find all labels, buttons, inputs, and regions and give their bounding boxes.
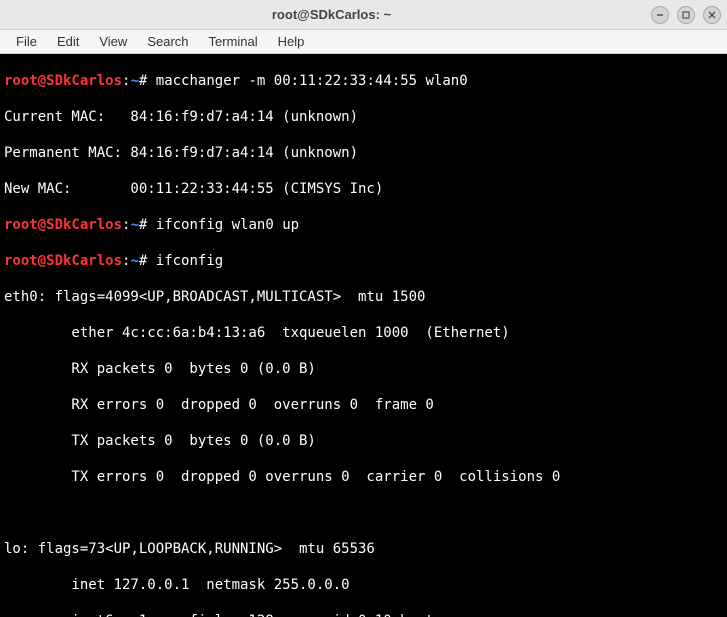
- prompt-path: ~: [130, 73, 138, 89]
- titlebar: root@SDkCarlos: ~: [0, 0, 727, 30]
- menubar: File Edit View Search Terminal Help: [0, 30, 727, 54]
- out-mac-new: New MAC: 00:11:22:33:44:55 (CIMSYS Inc): [4, 180, 723, 198]
- lo-l3: inet6 ::1 prefixlen 128 scopeid 0x10<hos…: [4, 612, 723, 617]
- eth0-l1: eth0: flags=4099<UP,BROADCAST,MULTICAST>…: [4, 288, 723, 306]
- window-buttons: [651, 6, 721, 24]
- cmd-ifconfig-up: ifconfig wlan0 up: [156, 217, 299, 233]
- menu-edit[interactable]: Edit: [47, 32, 89, 51]
- menu-search[interactable]: Search: [137, 32, 198, 51]
- window-title: root@SDkCarlos: ~: [12, 7, 651, 22]
- cmd-ifconfig: ifconfig: [156, 253, 223, 269]
- cmd-macchanger: macchanger -m 00:11:22:33:44:55 wlan0: [156, 73, 468, 89]
- prompt-user: root@SDkCarlos: [4, 73, 122, 89]
- menu-file[interactable]: File: [6, 32, 47, 51]
- eth0-l4: RX errors 0 dropped 0 overruns 0 frame 0: [4, 396, 723, 414]
- close-button[interactable]: [703, 6, 721, 24]
- maximize-button[interactable]: [677, 6, 695, 24]
- eth0-l2: ether 4c:cc:6a:b4:13:a6 txqueuelen 1000 …: [4, 324, 723, 342]
- line-prompt-1: root@SDkCarlos:~# macchanger -m 00:11:22…: [4, 72, 723, 90]
- menu-terminal[interactable]: Terminal: [199, 32, 268, 51]
- menu-help[interactable]: Help: [268, 32, 315, 51]
- line-prompt-3: root@SDkCarlos:~# ifconfig: [4, 252, 723, 270]
- lo-l1: lo: flags=73<UP,LOOPBACK,RUNNING> mtu 65…: [4, 540, 723, 558]
- out-mac-current: Current MAC: 84:16:f9:d7:a4:14 (unknown): [4, 108, 723, 126]
- eth0-l6: TX errors 0 dropped 0 overruns 0 carrier…: [4, 468, 723, 486]
- menu-view[interactable]: View: [89, 32, 137, 51]
- eth0-l3: RX packets 0 bytes 0 (0.0 B): [4, 360, 723, 378]
- terminal-area[interactable]: root@SDkCarlos:~# macchanger -m 00:11:22…: [0, 54, 727, 617]
- out-mac-permanent: Permanent MAC: 84:16:f9:d7:a4:14 (unknow…: [4, 144, 723, 162]
- eth0-l5: TX packets 0 bytes 0 (0.0 B): [4, 432, 723, 450]
- line-prompt-2: root@SDkCarlos:~# ifconfig wlan0 up: [4, 216, 723, 234]
- lo-l2: inet 127.0.0.1 netmask 255.0.0.0: [4, 576, 723, 594]
- minimize-button[interactable]: [651, 6, 669, 24]
- blank-1: [4, 504, 723, 522]
